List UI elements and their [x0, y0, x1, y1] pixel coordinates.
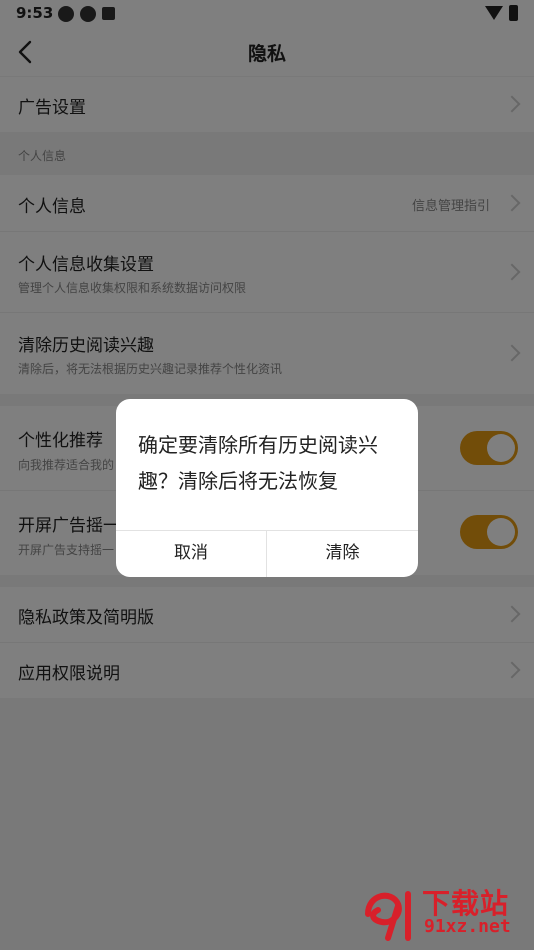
cancel-button[interactable]: 取消 — [116, 530, 266, 577]
watermark-logo-icon — [365, 891, 411, 941]
clear-button[interactable]: 清除 — [267, 530, 418, 577]
watermark-url: 91xz.net — [424, 916, 511, 937]
dialog-message: 确定要清除所有历史阅读兴趣？清除后将无法恢复 — [138, 433, 378, 493]
watermark: 下载站 91xz.net — [358, 884, 528, 944]
clear-history-dialog: 确定要清除所有历史阅读兴趣？清除后将无法恢复 取消 清除 — [116, 399, 418, 577]
